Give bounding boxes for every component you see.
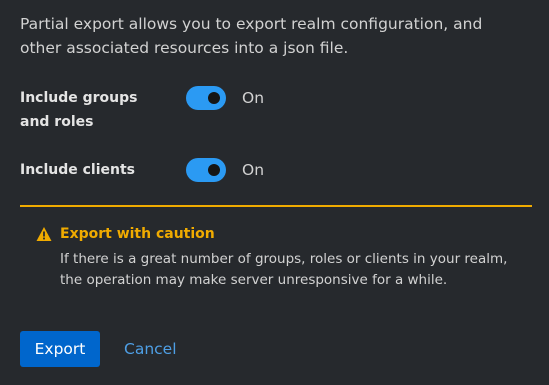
include-groups-roles-switch[interactable]	[186, 86, 226, 110]
include-clients-state: On	[242, 161, 265, 179]
alert-body: If there is a great number of groups, ro…	[60, 251, 508, 288]
warning-triangle-icon	[36, 227, 52, 241]
alert-title: Export with caution	[60, 226, 215, 242]
include-clients-field: Include clients On	[20, 158, 520, 182]
include-groups-roles-label: Include groups and roles	[20, 90, 138, 130]
include-clients-label: Include clients	[20, 162, 136, 178]
partial-export-dialog-body: Partial export allows you to export real…	[0, 0, 549, 385]
dialog-description: Partial export allows you to export real…	[20, 15, 483, 57]
include-groups-roles-field: Include groups and roles On	[20, 86, 520, 134]
export-caution-alert: Export with caution If there is a great …	[20, 205, 532, 295]
include-groups-roles-state: On	[242, 89, 265, 107]
switch-knob	[208, 164, 220, 176]
include-clients-switch[interactable]	[186, 158, 226, 182]
switch-knob	[208, 92, 220, 104]
cancel-button[interactable]: Cancel	[112, 331, 189, 367]
export-button[interactable]: Export	[20, 331, 100, 367]
